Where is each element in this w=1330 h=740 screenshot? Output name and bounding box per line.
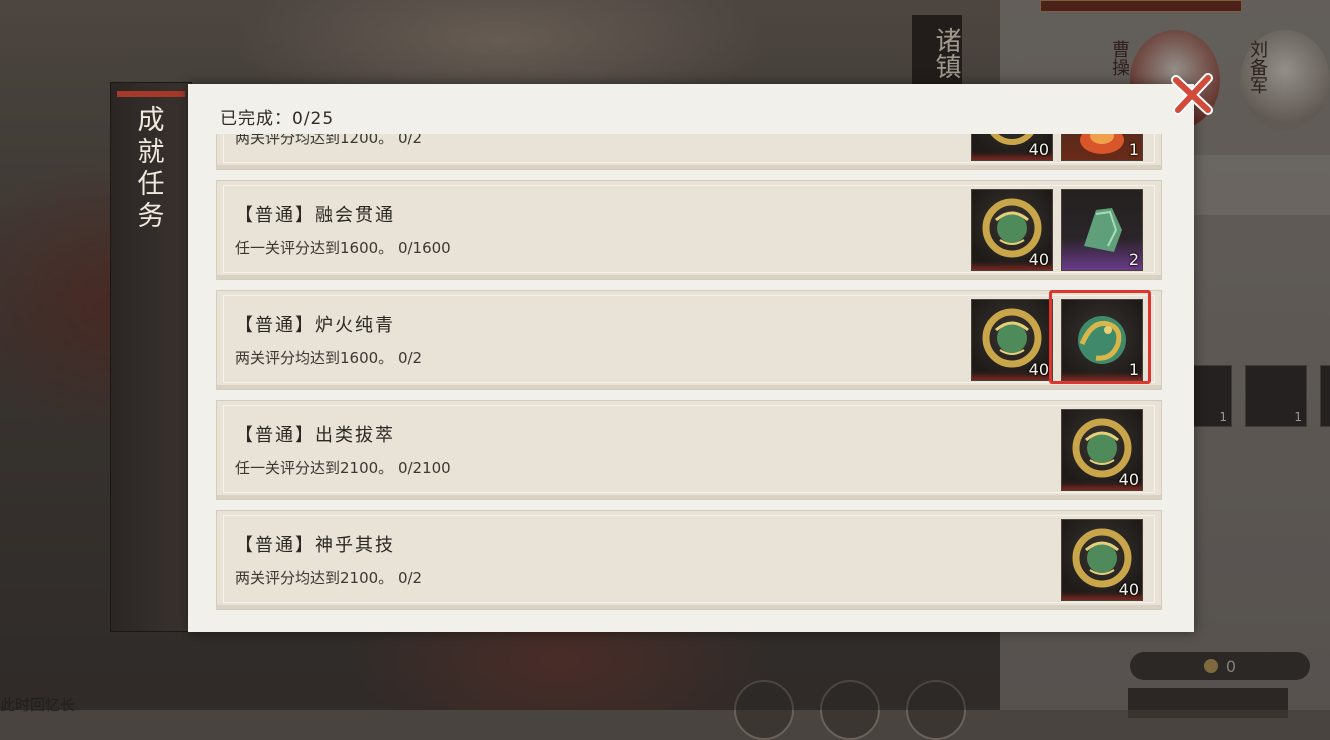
reward-count: 40 (1118, 580, 1139, 599)
reward-count: 2 (1128, 250, 1139, 269)
reward-slot[interactable]: 2 (1061, 189, 1143, 271)
reward-slot[interactable]: 40 (971, 299, 1053, 381)
task-row: 两关评分均达到1200。 0/2 40 1 (216, 134, 1162, 170)
task-row: 【普通】出类拔萃 任一关评分达到2100。 0/2100 40 (216, 400, 1162, 500)
task-title: 【普通】融会贯通 (235, 205, 395, 226)
progress-label: 已完成：0/25 (220, 109, 335, 129)
reward-count: 40 (1028, 250, 1049, 269)
task-description: 两关评分均达到2100。 0/2 (235, 569, 423, 587)
reward-slot[interactable]: 40 (1061, 409, 1143, 491)
task-row: 【普通】炉火纯青 两关评分均达到1600。 0/2 40 1 (216, 290, 1162, 390)
reward-slot[interactable]: 1 (1061, 134, 1143, 161)
reward-slot[interactable]: 40 (971, 189, 1053, 271)
task-description: 任一关评分达到1600。 0/1600 (235, 239, 451, 257)
tab-title-char: 就 (137, 137, 165, 168)
tab-title-char: 成 (137, 105, 165, 136)
highlighted-reward-frame (1049, 290, 1151, 384)
reward-slot[interactable]: 40 (971, 134, 1053, 161)
tab-title-char: 务 (137, 201, 165, 232)
task-title: 【普通】神乎其技 (235, 535, 395, 556)
reward-count: 40 (1028, 360, 1049, 379)
close-button[interactable] (1168, 70, 1216, 118)
tab-accent-bar (117, 91, 185, 97)
reward-count: 40 (1118, 470, 1139, 489)
task-description: 任一关评分达到2100。 0/2100 (235, 459, 451, 477)
task-row: 【普通】神乎其技 两关评分均达到2100。 0/2 40 (216, 510, 1162, 610)
tab-title-char: 任 (137, 169, 165, 200)
close-x-icon (1171, 73, 1213, 115)
reward-slot[interactable]: 40 (1061, 519, 1143, 601)
task-description: 两关评分均达到1200。 0/2 (235, 134, 423, 147)
reward-count: 40 (1028, 140, 1049, 159)
task-description: 两关评分均达到1600。 0/2 (235, 349, 423, 367)
task-title: 【普通】炉火纯青 (235, 315, 395, 336)
tab-title: 成 就 任 务 (129, 105, 173, 233)
task-title: 【普通】出类拔萃 (235, 425, 395, 446)
task-row: 【普通】融会贯通 任一关评分达到1600。 0/1600 40 2 (216, 180, 1162, 280)
reward-count: 1 (1128, 140, 1139, 159)
achievement-tab[interactable]: 成 就 任 务 (110, 82, 192, 632)
task-list[interactable]: 两关评分均达到1200。 0/2 40 1 【普通】融会贯通 任一关评分达到16… (216, 134, 1162, 614)
